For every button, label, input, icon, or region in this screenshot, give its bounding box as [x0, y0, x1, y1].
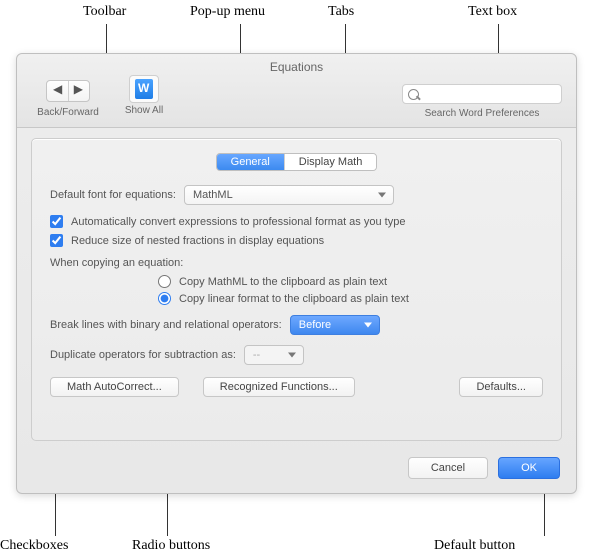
reduce-size-input[interactable] [50, 234, 63, 247]
search-group: Search Word Preferences [402, 84, 562, 119]
default-font-row: Default font for equations: MathML [50, 185, 543, 205]
break-lines-row: Break lines with binary and relational o… [50, 315, 543, 335]
dup-ops-label: Duplicate operators for subtraction as: [50, 349, 236, 361]
back-forward-group: ◀ ▶ Back/Forward [31, 80, 105, 118]
callout-line [106, 24, 107, 54]
content-panel: General Display Math Default font for eq… [31, 138, 562, 441]
callout-radios: Radio buttons [132, 538, 210, 554]
preferences-window: Equations ◀ ▶ Back/Forward Show All Sear… [16, 53, 577, 494]
tabs: General Display Math [50, 153, 543, 171]
bottom-buttons: Cancel OK [408, 457, 560, 479]
show-all-button[interactable] [129, 75, 159, 103]
reduce-size-label: Reduce size of nested fractions in displ… [71, 235, 324, 247]
dup-ops-row: Duplicate operators for subtraction as: … [50, 345, 543, 365]
back-arrow-icon: ◀ [53, 82, 62, 96]
break-lines-popup[interactable]: Before [290, 315, 380, 335]
default-font-label: Default font for equations: [50, 189, 176, 201]
auto-convert-input[interactable] [50, 215, 63, 228]
auto-convert-label: Automatically convert expressions to pro… [71, 216, 405, 228]
show-all-group: Show All [119, 75, 169, 116]
callout-popup: Pop-up menu [190, 4, 265, 20]
copy-mathml-radio[interactable]: Copy MathML to the clipboard as plain te… [158, 275, 543, 288]
auto-convert-checkbox[interactable]: Automatically convert expressions to pro… [50, 215, 543, 228]
default-font-value: MathML [193, 189, 233, 201]
callout-tabs: Tabs [328, 4, 354, 20]
copy-linear-label: Copy linear format to the clipboard as p… [179, 293, 409, 305]
show-all-label: Show All [119, 105, 169, 116]
window-title: Equations [17, 60, 576, 74]
toolbar: Equations ◀ ▶ Back/Forward Show All Sear… [17, 54, 576, 128]
reduce-size-checkbox[interactable]: Reduce size of nested fractions in displ… [50, 234, 543, 247]
when-copying-label: When copying an equation: [50, 257, 543, 269]
copy-mathml-label: Copy MathML to the clipboard as plain te… [179, 276, 387, 288]
tabstrip: General Display Math [216, 153, 378, 171]
callout-toolbar: Toolbar [83, 4, 126, 20]
default-font-popup[interactable]: MathML [184, 185, 394, 205]
copy-linear-input[interactable] [158, 292, 171, 305]
word-icon [135, 79, 153, 99]
dup-ops-popup[interactable]: -- [244, 345, 304, 365]
math-autocorrect-button[interactable]: Math AutoCorrect... [50, 377, 179, 397]
callout-checkboxes: Checkboxes [0, 538, 68, 554]
search-input[interactable] [402, 84, 562, 104]
tab-display-math[interactable]: Display Math [285, 154, 377, 170]
callout-defaultbtn: Default button [434, 538, 515, 554]
tab-general[interactable]: General [217, 154, 285, 170]
copy-mathml-input[interactable] [158, 275, 171, 288]
defaults-button[interactable]: Defaults... [459, 377, 543, 397]
search-label: Search Word Preferences [402, 108, 562, 119]
back-forward-buttons[interactable]: ◀ ▶ [46, 80, 90, 102]
back-forward-label: Back/Forward [31, 107, 105, 118]
cancel-button[interactable]: Cancel [408, 457, 488, 479]
callout-line [544, 488, 545, 536]
forward-arrow-icon: ▶ [74, 82, 83, 96]
dup-ops-value: -- [253, 349, 260, 361]
copy-linear-radio[interactable]: Copy linear format to the clipboard as p… [158, 292, 543, 305]
action-buttons-row: Math AutoCorrect... Recognized Functions… [50, 377, 543, 397]
break-lines-value: Before [299, 319, 331, 331]
recognized-functions-button[interactable]: Recognized Functions... [203, 377, 355, 397]
callout-textbox: Text box [468, 4, 517, 20]
break-lines-label: Break lines with binary and relational o… [50, 319, 282, 331]
ok-button[interactable]: OK [498, 457, 560, 479]
